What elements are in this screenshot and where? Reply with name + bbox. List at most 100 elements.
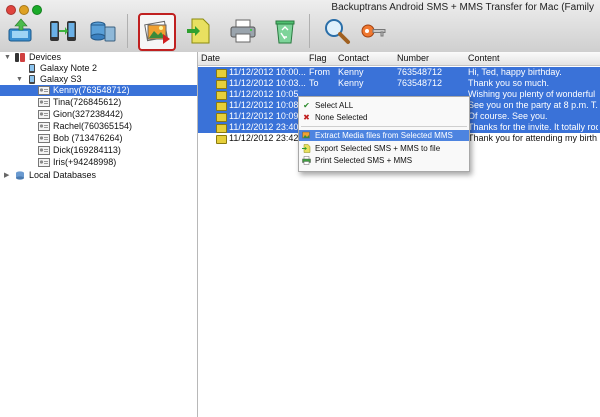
contact-card-icon [38, 158, 50, 167]
table-row[interactable]: 11/12/2012 10:00... From Kenny 763548712 Hi,… [198, 67, 600, 78]
message-icon [216, 80, 227, 89]
menu-item-export[interactable]: Export Selected SMS + MMS to file [299, 143, 469, 154]
cell-flag: To [309, 78, 319, 88]
cell-number: 763548712 [397, 78, 443, 88]
contact-card-icon [38, 134, 50, 143]
extract-media-button[interactable] [138, 13, 176, 51]
toolbar-separator [309, 14, 310, 48]
message-icon [216, 113, 227, 122]
tree-node-contact[interactable]: Bob (713476264) [0, 133, 197, 144]
message-icon [216, 69, 227, 78]
phone-icon [29, 75, 35, 84]
key-icon [361, 24, 386, 38]
cell-content: Thank you for attending my birth... [468, 133, 598, 143]
menu-item-label: Select ALL [315, 101, 354, 110]
register-button[interactable] [356, 14, 390, 48]
cell-date: 11/12/2012 10:00... [229, 67, 306, 77]
message-icon [216, 91, 227, 100]
menu-item-select-all[interactable]: ✔ Select ALL [299, 100, 469, 111]
cell-date: 11/12/2012 10:03... [229, 78, 306, 88]
tree-label: Rachel(760365154) [53, 121, 133, 131]
table-header: Date Flag Contact Number Content [198, 52, 600, 66]
cell-content: See you on the party at 8 p.m. T... [468, 100, 598, 110]
tree-label: Dick(169284113) [53, 145, 121, 155]
recycle-bin-icon [275, 20, 295, 44]
app-window: Backuptrans Android SMS + MMS Transfer f… [0, 0, 600, 417]
tree-label: Local Databases [29, 170, 97, 180]
cell-content: Hi, Ted, happy birthday. [468, 67, 562, 77]
tree-label: Devices [29, 52, 62, 62]
cell-flag: From [309, 67, 330, 77]
checkmark-icon: ✔ [303, 101, 310, 110]
tree-node-contact[interactable]: Iris(+94248998) [0, 157, 197, 168]
column-header-content[interactable]: Content [468, 53, 500, 63]
tree-node-device[interactable]: ▼ Galaxy S3 [0, 74, 197, 85]
column-header-number[interactable]: Number [397, 53, 429, 63]
message-icon [216, 135, 227, 144]
column-header-contact[interactable]: Contact [338, 53, 369, 63]
table-row[interactable]: 11/12/2012 10:03... To Kenny 763548712 Thank… [198, 78, 600, 89]
cell-contact: Kenny [338, 78, 364, 88]
export-file-icon [187, 18, 210, 44]
print-icon [302, 156, 311, 165]
disclosure-triangle-icon[interactable]: ▼ [4, 52, 11, 63]
context-menu: ✔ Select ALL ✖ None Selected Extract Med… [298, 96, 470, 172]
export-button[interactable] [182, 14, 216, 48]
transfer-between-phones-icon [50, 21, 76, 41]
menu-item-label: None Selected [315, 113, 368, 122]
menu-item-label: Export Selected SMS + MMS to file [315, 144, 441, 153]
toolbar-separator [127, 14, 128, 48]
cell-date: 11/12/2012 10:05 [229, 89, 299, 99]
cell-date: 11/12/2012 23:42 [229, 133, 299, 143]
disclosure-triangle-icon[interactable]: ▶ [4, 170, 9, 181]
tree-node-local-databases[interactable]: ▶ Local Databases [0, 170, 197, 181]
cell-contact: Kenny [338, 67, 364, 77]
menu-item-print[interactable]: Print Selected SMS + MMS [299, 155, 469, 166]
contact-card-icon [38, 110, 50, 119]
phone-icon [29, 64, 35, 73]
tree-node-contact[interactable]: Tina(726845612) [0, 97, 197, 108]
column-header-flag[interactable]: Flag [309, 53, 327, 63]
tree-node-contact[interactable]: Kenny(763548712) [0, 85, 197, 96]
delete-button[interactable] [268, 14, 302, 48]
column-header-date[interactable]: Date [201, 53, 220, 63]
menu-item-label: Extract Media files from Selected MMS [315, 131, 453, 140]
tree-label: Iris(+94248998) [53, 157, 117, 167]
transfer-button[interactable] [46, 14, 80, 48]
disclosure-triangle-icon[interactable]: ▼ [16, 74, 23, 85]
cell-content: Wishing you plenty of wonderful ... [468, 89, 598, 99]
menu-item-label: Print Selected SMS + MMS [315, 156, 413, 165]
print-icon [230, 19, 256, 43]
window-title: Backuptrans Android SMS + MMS Transfer f… [331, 2, 594, 13]
cell-date: 11/12/2012 23:40 [229, 122, 299, 132]
menu-item-extract-media[interactable]: Extract Media files from Selected MMS [299, 130, 469, 141]
tree-node-contact[interactable]: Gion(327238442) [0, 109, 197, 120]
cell-number: 763548712 [397, 67, 443, 77]
search-icon [325, 19, 350, 44]
cell-date: 11/12/2012 10:09 [229, 111, 299, 121]
backup-button[interactable] [4, 14, 38, 48]
tree-label: Galaxy S3 [40, 74, 82, 84]
contact-card-icon [38, 122, 50, 131]
extract-media-icon [302, 131, 311, 140]
export-file-icon [302, 144, 311, 153]
tree-label: Galaxy Note 2 [40, 63, 98, 73]
menu-separator [301, 126, 467, 127]
tree-label: Kenny(763548712) [53, 85, 130, 95]
cell-content: Thank you so much. [468, 78, 550, 88]
tree-node-device[interactable]: Galaxy Note 2 [0, 63, 197, 74]
cell-content: Of course. See you. [468, 111, 548, 121]
cell-date: 11/12/2012 10:08 [229, 100, 299, 110]
cell-content: Thanks for the invite. It totally roc... [468, 122, 598, 132]
search-button[interactable] [320, 14, 354, 48]
tree-node-contact[interactable]: Dick(169284113) [0, 145, 197, 156]
restore-button[interactable] [86, 14, 120, 48]
database-icon [16, 171, 24, 180]
menu-item-none-selected[interactable]: ✖ None Selected [299, 112, 469, 123]
contact-card-icon [38, 98, 50, 107]
tree-label: Bob (713476264) [53, 133, 123, 143]
message-icon [216, 124, 227, 133]
print-button[interactable] [226, 14, 260, 48]
tree-node-contact[interactable]: Rachel(760365154) [0, 121, 197, 132]
tree-node-devices[interactable]: ▼ Devices [0, 52, 197, 63]
